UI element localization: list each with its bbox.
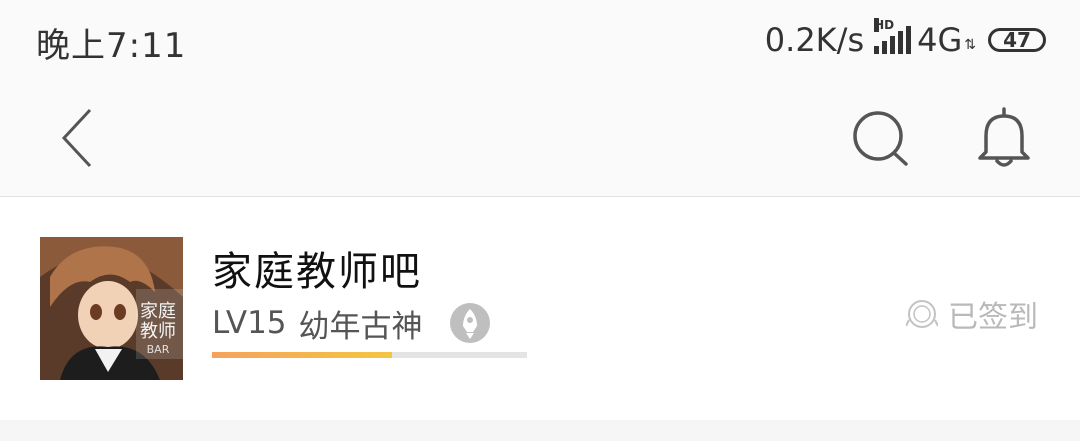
forum-header-card: 家庭 教师 BAR 家庭教师吧 LV15 幼年古神 已签到 [0, 197, 1080, 420]
forum-avatar-image: 家庭 教师 BAR [40, 237, 183, 380]
battery-level: 47 [1003, 28, 1031, 52]
back-button[interactable] [46, 106, 110, 170]
signin-label: 已签到 [948, 300, 1038, 335]
avatar-text-line3: BAR [147, 343, 170, 356]
data-arrows-icon: ⇅ [964, 37, 976, 53]
hd-badge: HD [874, 18, 895, 32]
search-icon [853, 111, 908, 166]
network-type: 4G [917, 21, 963, 59]
network-speed: 0.2K/s [764, 21, 865, 59]
notification-button[interactable] [972, 106, 1036, 170]
battery-icon: 47 [988, 28, 1046, 52]
level-code: LV15 [212, 305, 287, 341]
forum-avatar[interactable]: 家庭 教师 BAR [40, 237, 183, 380]
status-time: 晚上7:11 [36, 26, 187, 66]
bell-icon [978, 107, 1030, 167]
chevron-left-icon [61, 108, 92, 168]
level-progress-bar [212, 352, 527, 358]
search-button[interactable] [848, 106, 912, 170]
avatar-text-line1: 家庭 [140, 301, 176, 322]
signin-badge-icon [906, 300, 938, 328]
status-bar: 晚上7:11 0.2K/s HD 4G ⇅ 47 [0, 0, 1080, 80]
forum-title: 家庭教师吧 [212, 249, 422, 295]
rocket-icon[interactable] [449, 302, 491, 344]
level-progress-fill [212, 352, 392, 358]
signal-icon: HD [874, 18, 912, 54]
signin-status-button[interactable]: 已签到 [906, 292, 1038, 336]
level-row: LV15 幼年古神 [212, 301, 491, 345]
avatar-text-line2: 教师 [140, 321, 176, 342]
level-title: 幼年古神 [298, 308, 423, 345]
status-indicators: 0.2K/s HD 4G ⇅ 47 [765, 18, 1046, 62]
top-nav-bar [0, 80, 1080, 197]
